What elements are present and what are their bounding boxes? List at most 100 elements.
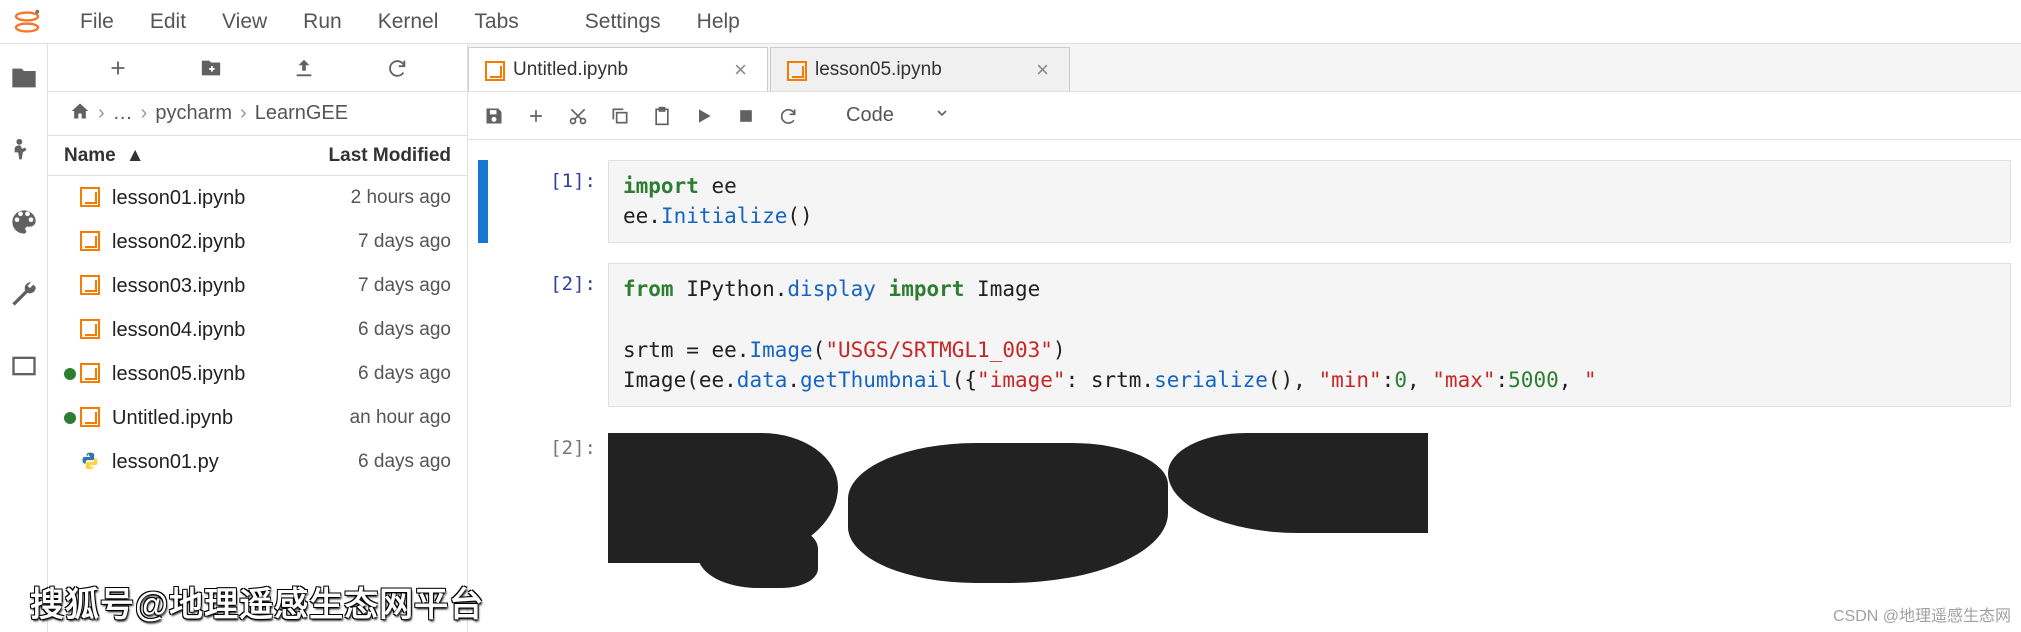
notebook-file-icon: [80, 231, 102, 253]
file-name: lesson01.ipynb: [112, 187, 291, 210]
notebook-file-icon: [80, 319, 102, 341]
add-cell-icon[interactable]: [526, 106, 546, 126]
menu-view[interactable]: View: [204, 4, 285, 40]
menu-tabs[interactable]: Tabs: [456, 4, 536, 40]
notebook-area: Untitled.ipynb×lesson05.ipynb× Code [1]:…: [468, 44, 2021, 632]
celltype-dropdown[interactable]: Code: [836, 102, 960, 129]
activity-bar: [0, 44, 48, 632]
folder-icon[interactable]: [10, 64, 38, 92]
file-row[interactable]: lesson05.ipynb6 days ago: [48, 352, 467, 396]
cut-icon[interactable]: [568, 106, 588, 126]
file-modified: 6 days ago: [291, 363, 451, 385]
file-name: lesson02.ipynb: [112, 231, 291, 254]
notebook-file-icon: [80, 363, 102, 385]
file-list: lesson01.ipynb2 hours agolesson02.ipynb7…: [48, 176, 467, 632]
code-cell[interactable]: [1]:import ee ee.Initialize(): [478, 160, 2011, 243]
file-name: lesson03.ipynb: [112, 275, 291, 298]
column-modified[interactable]: Last Modified: [291, 145, 451, 167]
new-folder-icon[interactable]: [200, 57, 222, 79]
output-prompt: [2]:: [528, 427, 608, 588]
watermark-text: 搜狐号@地理遥感生态网平台: [30, 577, 484, 626]
watermark-text: CSDN @地理遥感生态网: [1833, 602, 2011, 626]
breadcrumb-item[interactable]: LearnGEE: [249, 102, 354, 125]
file-modified: 2 hours ago: [291, 187, 451, 209]
notebook-toolbar: Code: [468, 92, 2021, 140]
file-row[interactable]: lesson04.ipynb6 days ago: [48, 308, 467, 352]
save-icon[interactable]: [484, 106, 504, 126]
status-placeholder: [64, 324, 76, 336]
new-launcher-icon[interactable]: [107, 57, 129, 79]
jupyter-logo-icon: [12, 7, 42, 37]
menu-run[interactable]: Run: [285, 4, 360, 40]
menu-file[interactable]: File: [62, 4, 132, 40]
file-row[interactable]: lesson01.py6 days ago: [48, 440, 467, 484]
menu-settings[interactable]: Settings: [567, 4, 679, 40]
close-icon[interactable]: ×: [730, 57, 751, 83]
cell-prompt: [2]:: [528, 263, 608, 407]
notebook-file-icon: [80, 187, 102, 209]
copy-icon[interactable]: [610, 106, 630, 126]
running-indicator-icon: [64, 412, 76, 424]
notebook-icon: [787, 61, 805, 79]
close-icon[interactable]: ×: [1032, 57, 1053, 83]
status-placeholder: [64, 456, 76, 468]
status-placeholder: [64, 236, 76, 248]
restart-icon[interactable]: [778, 106, 798, 126]
wrench-icon[interactable]: [10, 280, 38, 308]
chevron-down-icon: [934, 104, 950, 127]
cells-container: [1]:import ee ee.Initialize()[2]:from IP…: [468, 140, 2021, 632]
file-list-header: Name ▲ Last Modified: [48, 136, 467, 176]
breadcrumb-overflow[interactable]: …: [107, 102, 139, 125]
file-name: lesson04.ipynb: [112, 319, 291, 342]
cell-run-indicator: [478, 160, 488, 243]
file-modified: an hour ago: [291, 407, 451, 429]
notebook-tab[interactable]: Untitled.ipynb ×: [468, 47, 768, 91]
menu-kernel[interactable]: Kernel: [360, 4, 457, 40]
cell-run-indicator: [478, 263, 488, 407]
code-editor[interactable]: import ee ee.Initialize(): [608, 160, 2011, 243]
breadcrumb-item[interactable]: pycharm: [149, 102, 238, 125]
output-cell: [2]:: [478, 427, 2011, 588]
menu-edit[interactable]: Edit: [132, 4, 204, 40]
status-placeholder: [64, 280, 76, 292]
notebook-file-icon: [80, 275, 102, 297]
chevron-right-icon: ›: [238, 102, 249, 125]
menubar: File Edit View Run Kernel Tabs Settings …: [0, 0, 2021, 44]
stop-icon[interactable]: [736, 106, 756, 126]
chevron-right-icon: ›: [139, 102, 150, 125]
file-modified: 7 days ago: [291, 275, 451, 297]
refresh-icon[interactable]: [386, 57, 408, 79]
tabs-icon[interactable]: [10, 352, 38, 380]
chevron-right-icon: ›: [96, 102, 107, 125]
column-name[interactable]: Name: [64, 145, 116, 167]
output-image: [608, 433, 1428, 588]
paste-icon[interactable]: [652, 106, 672, 126]
cell-run-indicator: [478, 427, 488, 588]
running-icon[interactable]: [10, 136, 38, 164]
file-row[interactable]: lesson02.ipynb7 days ago: [48, 220, 467, 264]
file-row[interactable]: lesson03.ipynb7 days ago: [48, 264, 467, 308]
home-icon[interactable]: [64, 101, 96, 127]
run-icon[interactable]: [694, 106, 714, 126]
sort-ascending-icon[interactable]: ▲: [126, 145, 145, 167]
python-file-icon: [80, 451, 102, 473]
menu-help[interactable]: Help: [679, 4, 758, 40]
file-name: Untitled.ipynb: [112, 407, 291, 430]
code-editor[interactable]: from IPython.display import Image srtm =…: [608, 263, 2011, 407]
file-modified: 6 days ago: [291, 451, 451, 473]
file-row[interactable]: Untitled.ipynban hour ago: [48, 396, 467, 440]
palette-icon[interactable]: [10, 208, 38, 236]
file-row[interactable]: lesson01.ipynb2 hours ago: [48, 176, 467, 220]
code-cell[interactable]: [2]:from IPython.display import Image sr…: [478, 263, 2011, 407]
tab-bar: Untitled.ipynb×lesson05.ipynb×: [468, 44, 2021, 92]
celltype-label: Code: [846, 104, 894, 127]
cell-prompt: [1]:: [528, 160, 608, 243]
notebook-tab[interactable]: lesson05.ipynb×: [770, 47, 1070, 91]
upload-icon[interactable]: [293, 57, 315, 79]
file-browser: › … › pycharm › LearnGEE Name ▲ Last Mod…: [48, 44, 468, 632]
file-toolbar: [48, 44, 467, 92]
breadcrumb: › … › pycharm › LearnGEE: [48, 92, 467, 136]
file-modified: 6 days ago: [291, 319, 451, 341]
tab-label: Untitled.ipynb: [513, 59, 628, 81]
status-placeholder: [64, 192, 76, 204]
